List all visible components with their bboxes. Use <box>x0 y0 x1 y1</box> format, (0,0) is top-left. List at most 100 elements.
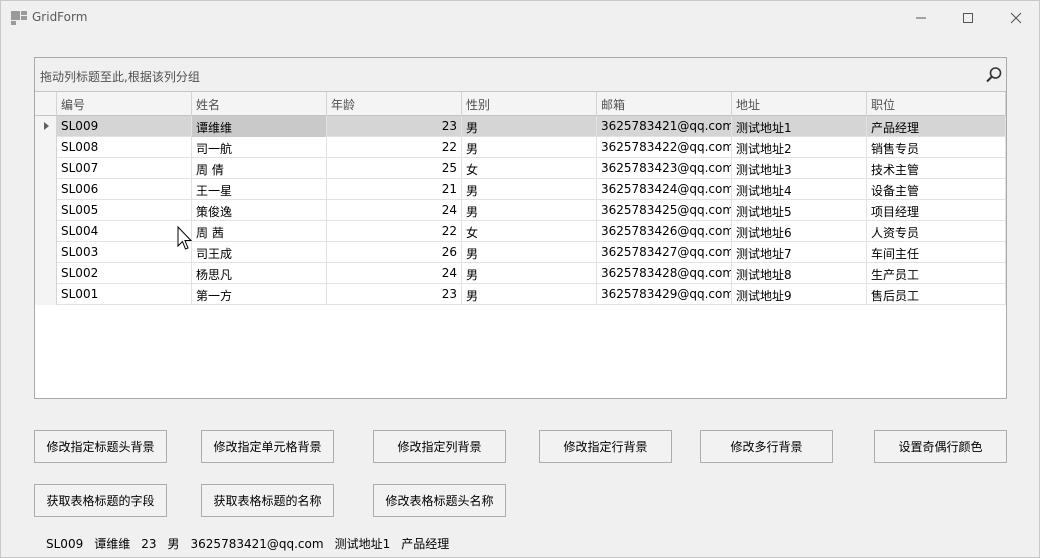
action-button[interactable]: 获取表格标题的字段 <box>34 484 167 517</box>
table-cell[interactable]: SL006 <box>57 179 192 200</box>
table-cell[interactable]: 男 <box>462 284 597 305</box>
table-cell[interactable]: 3625783429@qq.com <box>597 284 732 305</box>
table-row[interactable]: SL009 谭维维 23 男 3625783421@qq.com 测试地址1 产品经理 <box>35 116 1006 137</box>
table-cell[interactable]: 车间主任 <box>867 242 1006 263</box>
table-cell[interactable]: SL002 <box>57 263 192 284</box>
table-cell[interactable]: 女 <box>462 221 597 242</box>
table-cell[interactable]: SL003 <box>57 242 192 263</box>
table-cell[interactable]: 测试地址4 <box>732 179 867 200</box>
table-cell[interactable]: 3625783424@qq.com <box>597 179 732 200</box>
table-cell[interactable]: 测试地址2 <box>732 137 867 158</box>
column-header[interactable]: 性别 <box>462 92 597 116</box>
table-cell[interactable]: 设备主管 <box>867 179 1006 200</box>
row-indicator[interactable] <box>35 179 57 200</box>
table-row[interactable]: SL001 第一方 23 男 3625783429@qq.com 测试地址9 售后员工 <box>35 284 1006 305</box>
table-row[interactable]: SL008 司一航 22 男 3625783422@qq.com 测试地址2 销售专员 <box>35 137 1006 158</box>
table-cell[interactable]: SL004 <box>57 221 192 242</box>
table-row[interactable]: SL005 策俊逸 24 男 3625783425@qq.com 测试地址5 项目经理 <box>35 200 1006 221</box>
table-cell[interactable]: 3625783425@qq.com <box>597 200 732 221</box>
table-cell[interactable]: 男 <box>462 200 597 221</box>
row-indicator[interactable] <box>35 116 57 137</box>
column-header[interactable]: 邮箱 <box>597 92 732 116</box>
column-header[interactable]: 地址 <box>732 92 867 116</box>
table-cell[interactable]: 策俊逸 <box>192 200 327 221</box>
row-indicator[interactable] <box>35 263 57 284</box>
row-indicator[interactable] <box>35 200 57 221</box>
table-row[interactable]: SL006 王一星 21 男 3625783424@qq.com 测试地址4 设备主管 <box>35 179 1006 200</box>
table-cell[interactable]: 第一方 <box>192 284 327 305</box>
table-cell[interactable]: 男 <box>462 179 597 200</box>
table-cell[interactable]: 测试地址1 <box>732 116 867 137</box>
table-cell[interactable]: 3625783423@qq.com <box>597 158 732 179</box>
table-cell[interactable]: 3625783427@qq.com <box>597 242 732 263</box>
table-cell[interactable]: 22 <box>327 137 462 158</box>
table-cell[interactable]: 女 <box>462 158 597 179</box>
table-cell[interactable]: 测试地址6 <box>732 221 867 242</box>
table-cell[interactable]: 24 <box>327 200 462 221</box>
action-button[interactable]: 修改指定列背景 <box>373 430 506 463</box>
action-button[interactable]: 获取表格标题的名称 <box>201 484 334 517</box>
title-bar[interactable]: GridForm <box>1 1 1039 35</box>
column-header[interactable]: 编号 <box>57 92 192 116</box>
row-indicator[interactable] <box>35 221 57 242</box>
row-indicator[interactable] <box>35 158 57 179</box>
action-button[interactable]: 修改指定行背景 <box>539 430 672 463</box>
table-cell[interactable]: 25 <box>327 158 462 179</box>
table-cell[interactable]: 24 <box>327 263 462 284</box>
column-header[interactable]: 年龄 <box>327 92 462 116</box>
table-cell[interactable]: SL009 <box>57 116 192 137</box>
table-cell[interactable]: SL005 <box>57 200 192 221</box>
table-cell[interactable]: 男 <box>462 116 597 137</box>
table-cell[interactable]: 3625783426@qq.com <box>597 221 732 242</box>
group-panel[interactable]: 拖动列标题至此,根据该列分组 <box>35 58 1006 92</box>
table-row[interactable]: SL007 周 倩 25 女 3625783423@qq.com 测试地址3 技术主管 <box>35 158 1006 179</box>
table-row[interactable]: SL002 杨思凡 24 男 3625783428@qq.com 测试地址8 生产员工 <box>35 263 1006 284</box>
table-cell[interactable]: 测试地址5 <box>732 200 867 221</box>
column-header[interactable]: 姓名 <box>192 92 327 116</box>
row-indicator[interactable] <box>35 137 57 158</box>
table-cell[interactable]: 谭维维 <box>192 116 327 137</box>
table-cell[interactable]: SL007 <box>57 158 192 179</box>
action-button[interactable]: 修改指定标题头背景 <box>34 430 167 463</box>
table-cell[interactable]: 售后员工 <box>867 284 1006 305</box>
action-button[interactable]: 修改多行背景 <box>700 430 833 463</box>
table-cell[interactable]: 21 <box>327 179 462 200</box>
table-cell[interactable]: 男 <box>462 242 597 263</box>
table-cell[interactable]: 人资专员 <box>867 221 1006 242</box>
table-cell[interactable]: 周 倩 <box>192 158 327 179</box>
table-cell[interactable]: 销售专员 <box>867 137 1006 158</box>
search-icon[interactable] <box>985 66 1003 84</box>
table-cell[interactable]: 司王成 <box>192 242 327 263</box>
table-cell[interactable]: 3625783422@qq.com <box>597 137 732 158</box>
table-cell[interactable]: 测试地址7 <box>732 242 867 263</box>
table-cell[interactable]: 测试地址8 <box>732 263 867 284</box>
table-cell[interactable]: 产品经理 <box>867 116 1006 137</box>
table-cell[interactable]: 司一航 <box>192 137 327 158</box>
table-cell[interactable]: SL001 <box>57 284 192 305</box>
table-cell[interactable]: 男 <box>462 137 597 158</box>
table-cell[interactable]: 项目经理 <box>867 200 1006 221</box>
action-button[interactable]: 修改指定单元格背景 <box>201 430 334 463</box>
action-button[interactable]: 设置奇偶行颜色 <box>874 430 1007 463</box>
table-cell[interactable]: 周 茜 <box>192 221 327 242</box>
maximize-button[interactable] <box>945 4 991 32</box>
table-cell[interactable]: 23 <box>327 116 462 137</box>
table-cell[interactable]: 3625783428@qq.com <box>597 263 732 284</box>
table-cell[interactable]: 技术主管 <box>867 158 1006 179</box>
table-cell[interactable]: 生产员工 <box>867 263 1006 284</box>
column-header[interactable]: 职位 <box>867 92 1006 116</box>
table-cell[interactable]: 测试地址9 <box>732 284 867 305</box>
table-cell[interactable]: 26 <box>327 242 462 263</box>
action-button[interactable]: 修改表格标题头名称 <box>373 484 506 517</box>
close-button[interactable] <box>993 4 1039 32</box>
row-indicator[interactable] <box>35 284 57 305</box>
table-cell[interactable]: 王一星 <box>192 179 327 200</box>
minimize-button[interactable] <box>898 4 944 32</box>
table-cell[interactable]: 男 <box>462 263 597 284</box>
table-cell[interactable]: 3625783421@qq.com <box>597 116 732 137</box>
table-cell[interactable]: 23 <box>327 284 462 305</box>
table-cell[interactable]: 22 <box>327 221 462 242</box>
table-cell[interactable]: SL008 <box>57 137 192 158</box>
table-cell[interactable]: 测试地址3 <box>732 158 867 179</box>
row-indicator[interactable] <box>35 242 57 263</box>
